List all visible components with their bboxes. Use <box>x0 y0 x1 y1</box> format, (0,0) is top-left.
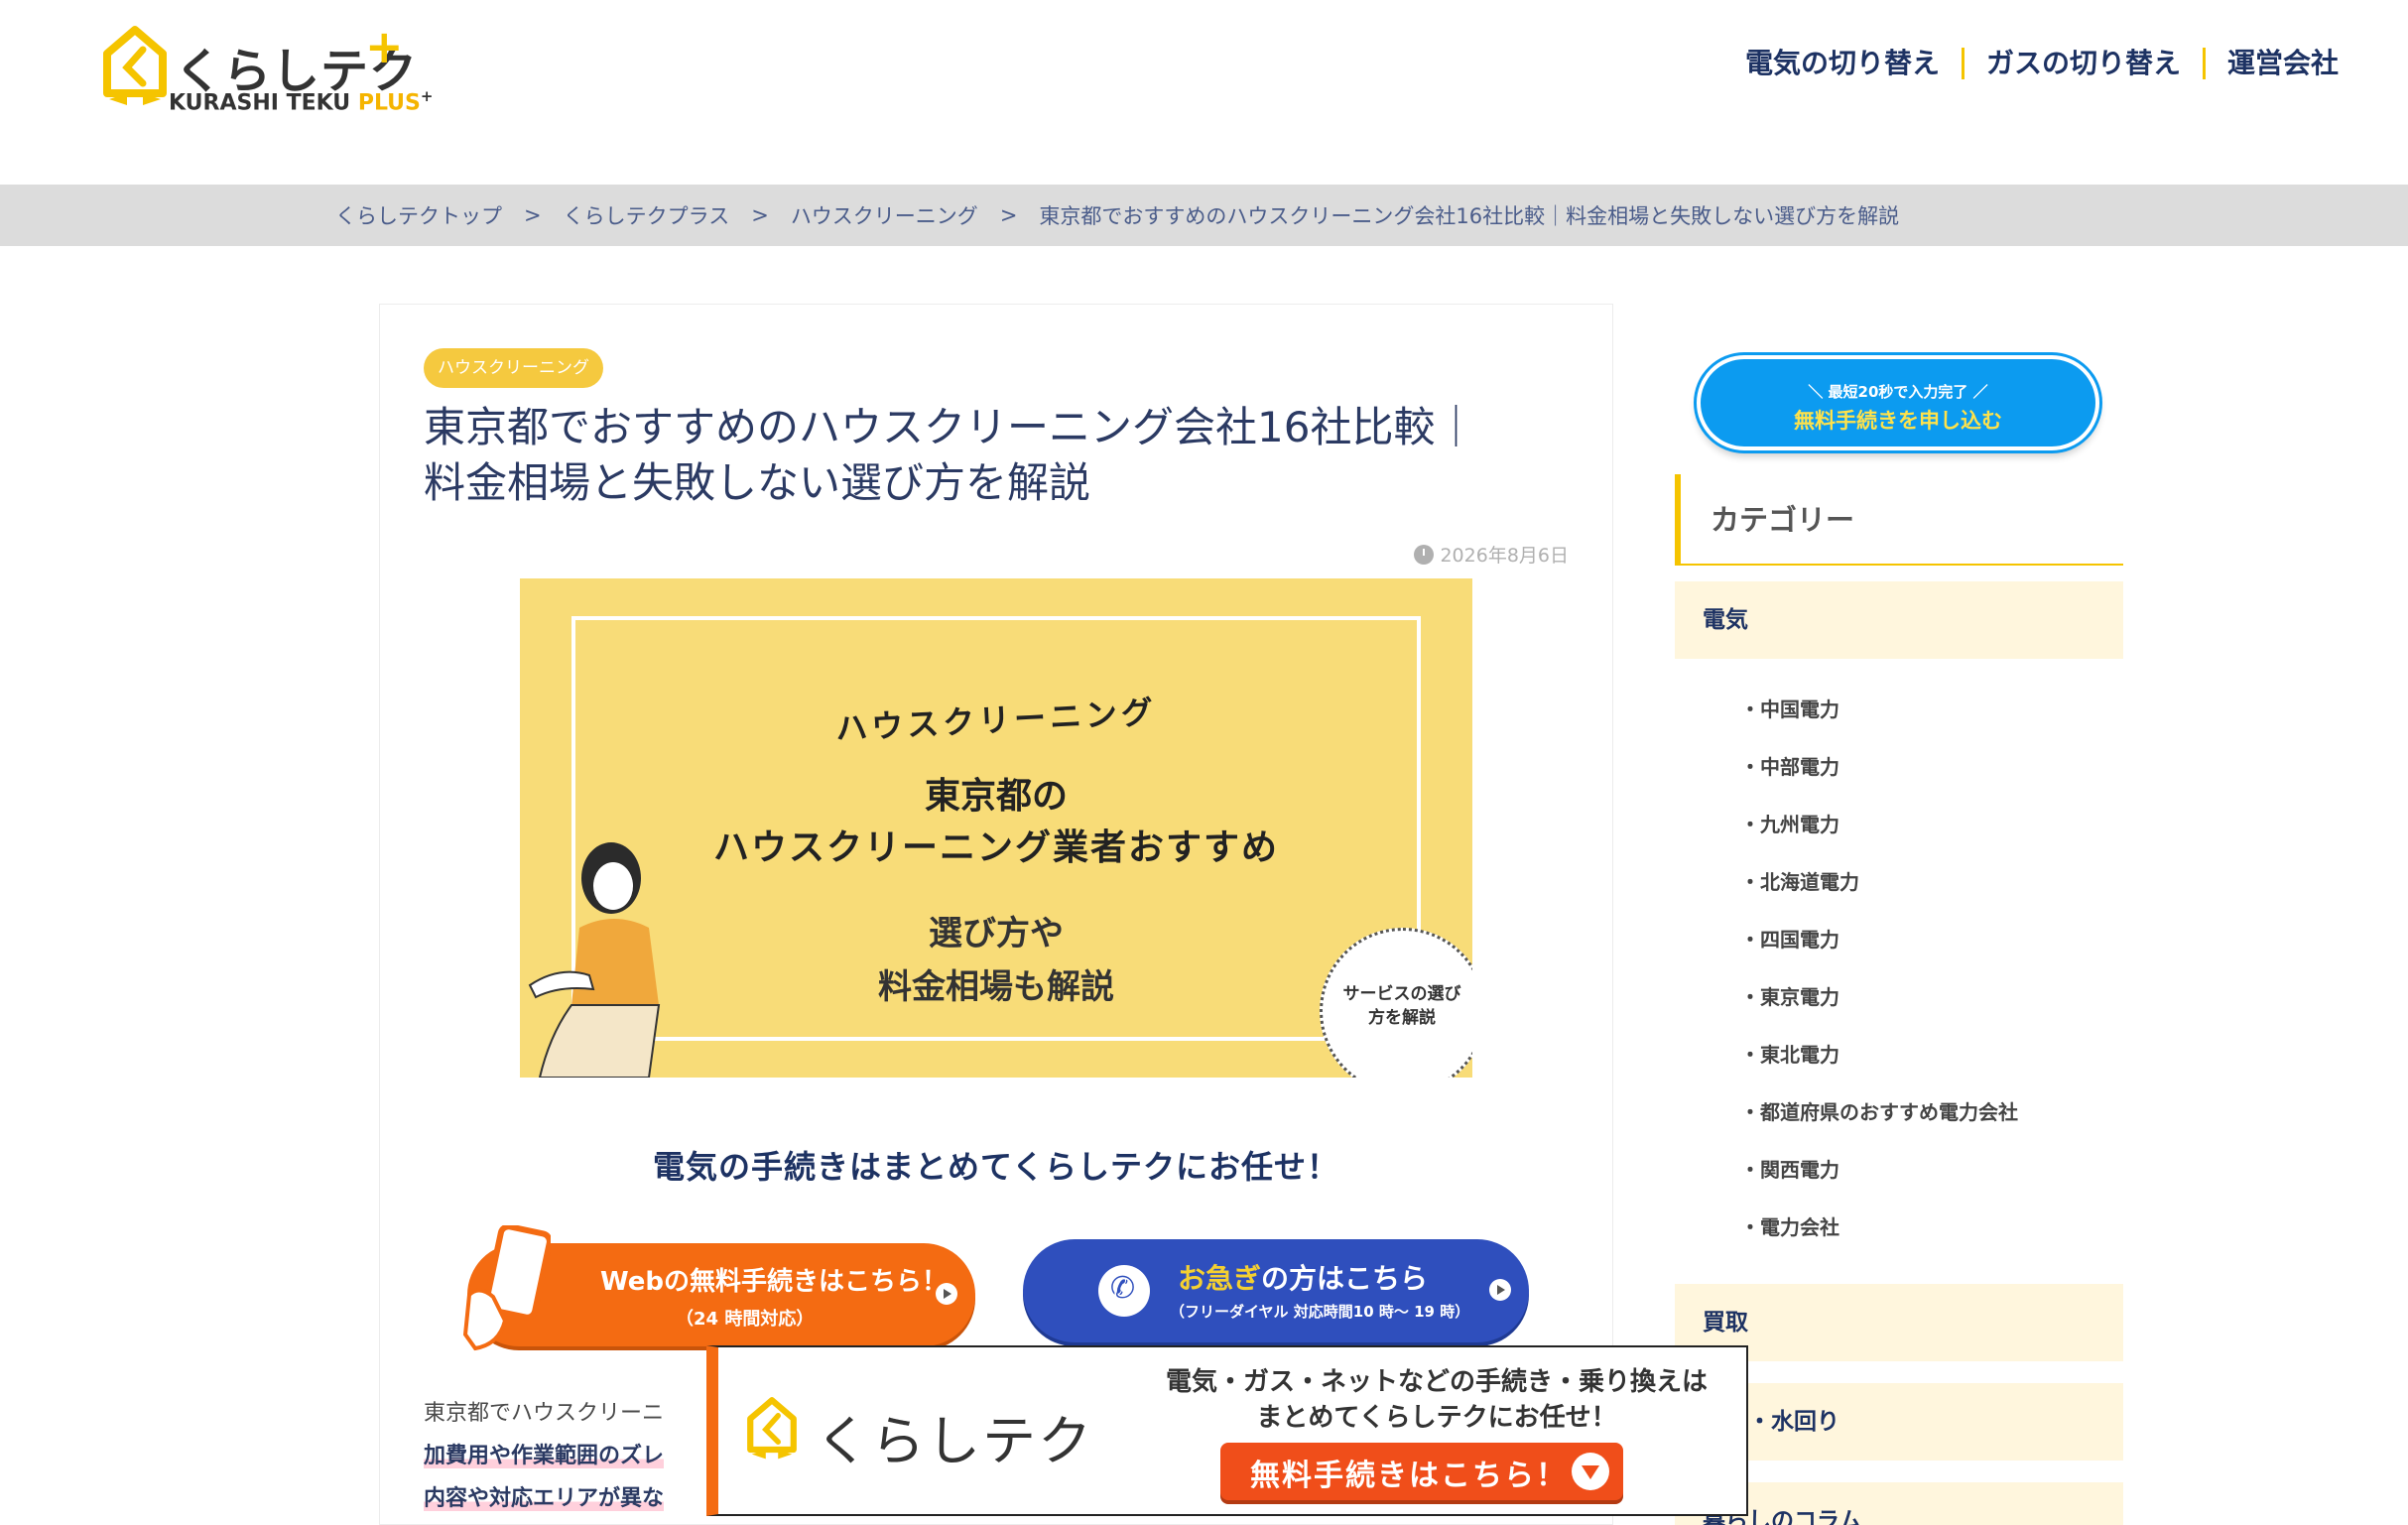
banner-text-1: 電気・ガス・ネットなどの手続き・乗り換えは <box>1165 1367 1708 1397</box>
eyecatch-line-3: 選び方や <box>929 914 1064 953</box>
electricity-sub-list: ・中国電力 ・中部電力 ・九州電力 ・北海道電力 ・四国電力 ・東京電力 ・東北… <box>1740 681 2018 1256</box>
arrow-right-icon <box>1489 1279 1511 1301</box>
title-line-2: 料金相場と失敗しない選び方を解説 <box>424 458 1091 507</box>
house-logo-icon <box>103 26 167 105</box>
nav-electricity[interactable]: 電気の切り替え <box>1723 48 1962 79</box>
category-badge[interactable]: ハウスクリーニング <box>424 348 603 388</box>
eyecatch-line-2: ハウスクリーニング業者おすすめ <box>712 827 1279 868</box>
title-line-1: 東京都でおすすめのハウスクリーニング会社16社比較｜ <box>424 403 1477 451</box>
eyecatch-line-1: 東京都の <box>924 776 1068 817</box>
banner-logo-text: くらしテク <box>816 1410 1093 1472</box>
list-item[interactable]: ・中国電力 <box>1740 681 2018 738</box>
web-signup-sublabel: （24 時間対応） <box>676 1309 815 1330</box>
list-item[interactable]: ・中部電力 <box>1740 738 2018 796</box>
site-header: くらしテク + KURASHI TEKU PLUS+ 電気の切り替え ガスの切り… <box>0 0 2408 185</box>
intro-line-1: 東京都でハウスクリーニ <box>424 1401 665 1426</box>
intro-line-2: 加費用や作業範囲のズレ <box>424 1444 665 1468</box>
sidebar-signup-label: 無料手続きを申し込む <box>1794 409 2002 433</box>
list-item[interactable]: ・都道府県のおすすめ電力会社 <box>1740 1083 2018 1141</box>
breadcrumb-separator: > <box>999 203 1018 227</box>
nav-gas[interactable]: ガスの切り替え <box>1961 48 2203 79</box>
phone-contact-label: お急ぎの方はこちら <box>1178 1262 1429 1295</box>
breadcrumb-top[interactable]: くらしテクトップ <box>335 200 502 230</box>
category-electricity[interactable]: 電気 <box>1675 581 2123 659</box>
global-nav: 電気の切り替え ガスの切り替え 運営会社 <box>1723 48 2360 79</box>
list-item[interactable]: ・北海道電力 <box>1740 853 2018 911</box>
house-logo-icon <box>747 1397 797 1460</box>
banner-signup-button[interactable]: 無料手続きはこちら！ <box>1220 1443 1623 1500</box>
breadcrumb: くらしテクトップ > くらしテクプラス > ハウスクリーニング > 東京都でおす… <box>0 185 2408 246</box>
smartphone-hand-icon <box>462 1225 551 1351</box>
breadcrumb-current: 東京都でおすすめのハウスクリーニング会社16社比較｜料金相場と失敗しない選び方を… <box>1039 204 1900 228</box>
eyecatch-stamp-text: サービスの選び方を解説 <box>1342 984 1461 1028</box>
list-item[interactable]: ・電力会社 <box>1740 1199 2018 1256</box>
phone-contact-button[interactable]: お急ぎの方はこちら （フリーダイヤル 対応時間10 時〜 19 時） <box>1023 1239 1529 1342</box>
list-item[interactable]: ・関西電力 <box>1740 1141 2018 1199</box>
phone-contact-sublabel: （フリーダイヤル 対応時間10 時〜 19 時） <box>1170 1303 1470 1321</box>
clock-icon <box>1414 544 1435 565</box>
phone-icon <box>1098 1265 1150 1317</box>
sidebar: ＼ 最短20秒で入力完了 ／ 無料手続きを申し込む カテゴリー 電気 ・中国電力… <box>1675 304 2123 1525</box>
web-signup-label: Webの無料手続きはこちら！ <box>600 1267 948 1297</box>
intro-line-3: 内容や対応エリアが異な <box>424 1486 665 1511</box>
logo-subtitle: KURASHI TEKU PLUS+ <box>169 87 434 116</box>
nav-company[interactable]: 運営会社 <box>2202 48 2360 79</box>
article: ハウスクリーニング 東京都でおすすめのハウスクリーニング会社16社比較｜ 料金相… <box>379 304 1613 1525</box>
page-title: 東京都でおすすめのハウスクリーニング会社16社比較｜ 料金相場と失敗しない選び方… <box>424 400 1565 511</box>
list-item[interactable]: ・東北電力 <box>1740 1026 2018 1083</box>
post-date-text: 2026年8月6日 <box>1440 545 1569 567</box>
web-signup-button[interactable]: Webの無料手続きはこちら！ （24 時間対応） <box>462 1225 975 1351</box>
sidebar-signup-button[interactable]: ＼ 最短20秒で入力完了 ／ 無料手続きを申し込む <box>1697 355 2099 450</box>
breadcrumb-plus[interactable]: くらしテクプラス <box>564 200 730 230</box>
arrow-down-icon <box>1572 1453 1609 1490</box>
sidebar-signup-caption: ＼ 最短20秒で入力完了 ／ <box>1808 383 1988 401</box>
banner-text-2: まとめてくらしテクにお任せ！ <box>1256 1403 1617 1433</box>
post-date: 2026年8月6日 <box>1414 541 1569 568</box>
breadcrumb-separator: > <box>751 203 769 227</box>
promo-heading: 電気の手続きはまとめてくらしテクにお任せ！ <box>652 1148 1340 1186</box>
logo-plus-icon: + <box>365 20 404 73</box>
eyecatch-image: ハウスクリーニング 東京都の ハウスクリーニング業者おすすめ 選び方や 料金相場… <box>520 578 1472 1078</box>
breadcrumb-category[interactable]: ハウスクリーニング <box>791 200 978 230</box>
list-item[interactable]: ・東京電力 <box>1740 968 2018 1026</box>
site-logo[interactable]: くらしテク + KURASHI TEKU PLUS+ <box>99 24 437 123</box>
list-item[interactable]: ・四国電力 <box>1740 911 2018 968</box>
woman-illustration-icon <box>528 842 661 1078</box>
floating-banner: くらしテク 電気・ガス・ネットなどの手続き・乗り換えは まとめてくらしテクにお任… <box>706 1345 1748 1516</box>
arrow-right-icon <box>936 1283 957 1305</box>
breadcrumb-separator: > <box>524 203 542 227</box>
list-item[interactable]: ・九州電力 <box>1740 796 2018 853</box>
banner-signup-label: 無料手続きはこちら！ <box>1250 1459 1568 1493</box>
category-heading: カテゴリー <box>1675 474 2123 566</box>
